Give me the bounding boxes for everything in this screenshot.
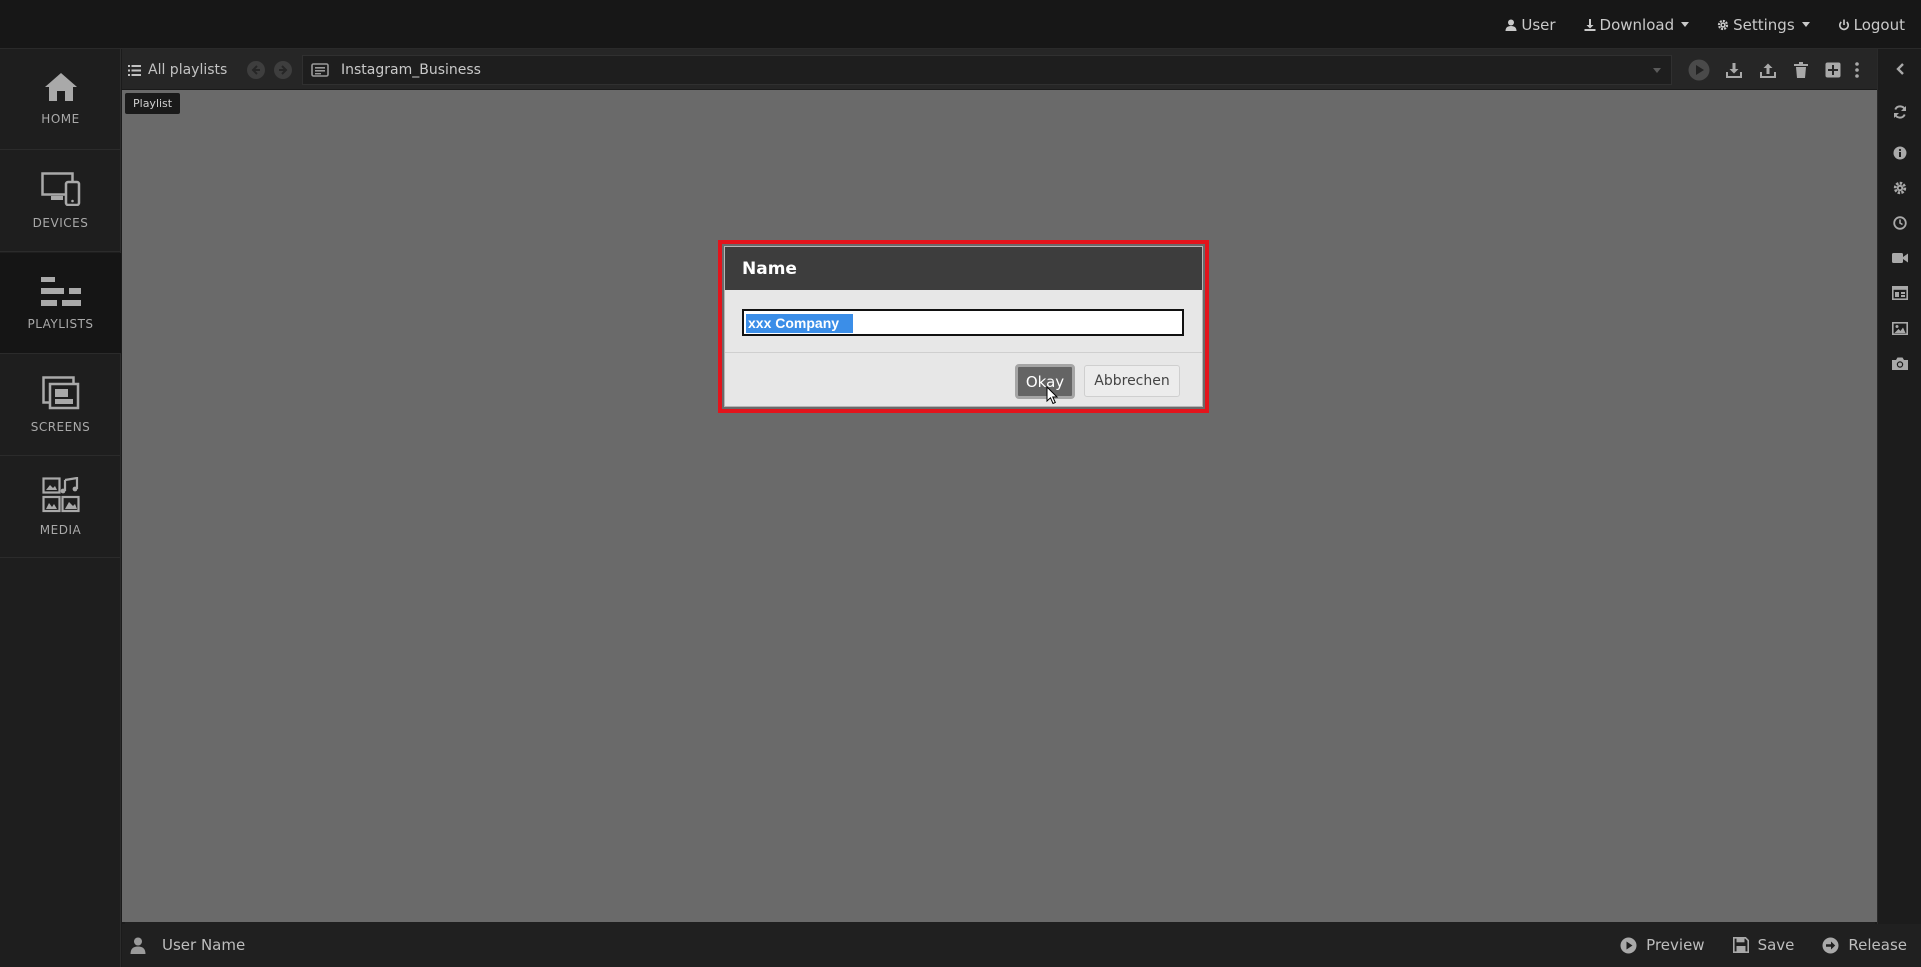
add-button[interactable] [1820, 58, 1846, 82]
arrow-right-icon [279, 65, 288, 75]
user-icon [130, 937, 146, 954]
playlist-tag: Playlist [125, 93, 181, 114]
sidebar-item-media[interactable]: MEDIA [0, 457, 121, 558]
image-button[interactable] [1878, 315, 1921, 341]
play-icon [1688, 59, 1710, 81]
right-panel-strip [1877, 49, 1921, 967]
settings-button[interactable] [1878, 175, 1921, 201]
user-menu[interactable]: User [1505, 15, 1556, 34]
info-icon [1893, 146, 1907, 160]
camera-icon [1892, 357, 1908, 370]
chevron-down-icon [1801, 22, 1810, 27]
release-label: Release [1848, 936, 1907, 954]
preview-label: Preview [1646, 936, 1705, 954]
upload-button[interactable] [1755, 58, 1781, 82]
playlist-select[interactable]: Instagram_Business [302, 55, 1672, 85]
save-label: Save [1757, 936, 1795, 954]
download-icon [1726, 63, 1742, 78]
forward-button[interactable] [274, 61, 292, 79]
add-icon [1825, 62, 1841, 78]
history-button[interactable] [1878, 210, 1921, 236]
settings-menu[interactable]: Settings [1717, 16, 1810, 34]
playlist-workspace[interactable] [122, 90, 1877, 922]
more-button[interactable] [1848, 58, 1866, 82]
video-button[interactable] [1878, 245, 1921, 271]
preview-button[interactable]: Preview [1620, 936, 1705, 954]
sidebar-item-label: PLAYLISTS [27, 317, 94, 331]
top-nav: User Download Settings Logout [1505, 0, 1905, 49]
sidebar-item-screens[interactable]: SCREENS [0, 355, 121, 456]
user-icon [1505, 19, 1517, 31]
mouse-cursor-icon [1046, 386, 1058, 405]
playlists-icon [40, 277, 81, 306]
video-icon [1892, 253, 1908, 263]
sidebar-item-home[interactable]: HOME [0, 49, 121, 150]
name-input-selected-text: xxx Company [746, 314, 854, 333]
arrow-circle-right-icon [1822, 937, 1839, 953]
sidebar-item-label: DEVICES [32, 216, 89, 230]
playlist-select-value: Instagram_Business [341, 62, 481, 78]
logout-button[interactable]: Logout [1838, 16, 1905, 34]
gear-icon [1718, 19, 1729, 30]
media-icon [41, 477, 80, 513]
save-icon [1732, 937, 1749, 953]
clock-icon [1893, 216, 1907, 230]
layout-button[interactable] [1878, 280, 1921, 306]
user-name-area: User Name [130, 936, 245, 954]
release-button[interactable]: Release [1822, 936, 1907, 954]
all-playlists-link[interactable]: All playlists [128, 58, 227, 82]
download-button[interactable] [1721, 58, 1747, 82]
okay-button[interactable]: Okay [1015, 364, 1075, 399]
play-button[interactable] [1686, 58, 1712, 82]
trash-icon [1794, 62, 1808, 78]
sidebar-item-label: MEDIA [39, 523, 82, 537]
all-playlists-label: All playlists [148, 62, 228, 78]
layout-icon [1892, 286, 1908, 300]
upload-icon [1760, 63, 1776, 78]
chevron-down-icon [1653, 68, 1661, 73]
user-menu-label: User [1521, 15, 1556, 34]
home-icon [44, 73, 77, 101]
arrow-left-icon [251, 65, 260, 75]
refresh-icon [1894, 105, 1906, 119]
dialog-divider [725, 352, 1202, 353]
chevron-down-icon [1681, 22, 1690, 27]
sidebar-item-devices[interactable]: DEVICES [0, 151, 121, 252]
download-icon [1584, 18, 1596, 31]
bottom-actions: Preview Save Release [1620, 936, 1907, 954]
collapse-panel-button[interactable] [1878, 56, 1921, 82]
chevron-left-icon [1896, 63, 1904, 75]
download-menu-label: Download [1599, 15, 1675, 34]
delete-button[interactable] [1788, 58, 1814, 82]
dialog-title: Name [725, 247, 1202, 290]
save-button[interactable]: Save [1732, 936, 1795, 954]
logout-label: Logout [1853, 15, 1905, 34]
settings-menu-label: Settings [1733, 15, 1795, 34]
screens-icon [41, 376, 79, 410]
sidebar-item-playlists[interactable]: PLAYLISTS [0, 253, 121, 354]
play-circle-icon [1620, 937, 1637, 953]
devices-icon [40, 172, 80, 206]
sidebar: HOME DEVICES PLAYLISTS SCREENS MEDIA [0, 49, 121, 967]
playlist-icon [311, 63, 329, 77]
back-button[interactable] [247, 61, 265, 79]
image-icon [1892, 321, 1908, 335]
camera-button[interactable] [1878, 350, 1921, 376]
info-button[interactable] [1878, 140, 1921, 166]
download-menu[interactable]: Download [1584, 16, 1690, 34]
sidebar-item-label: HOME [41, 112, 80, 126]
name-input[interactable]: xxx Company [742, 309, 1184, 336]
more-icon [1855, 62, 1859, 78]
gear-icon [1893, 181, 1907, 195]
sidebar-item-label: SCREENS [30, 420, 91, 434]
list-icon [128, 64, 141, 76]
cancel-button[interactable]: Abbrechen [1084, 365, 1180, 397]
name-dialog: Name xxx Company Okay Abbrechen [724, 246, 1203, 407]
power-icon [1838, 19, 1849, 30]
refresh-button[interactable] [1878, 99, 1921, 125]
user-name-label: User Name [162, 936, 246, 954]
